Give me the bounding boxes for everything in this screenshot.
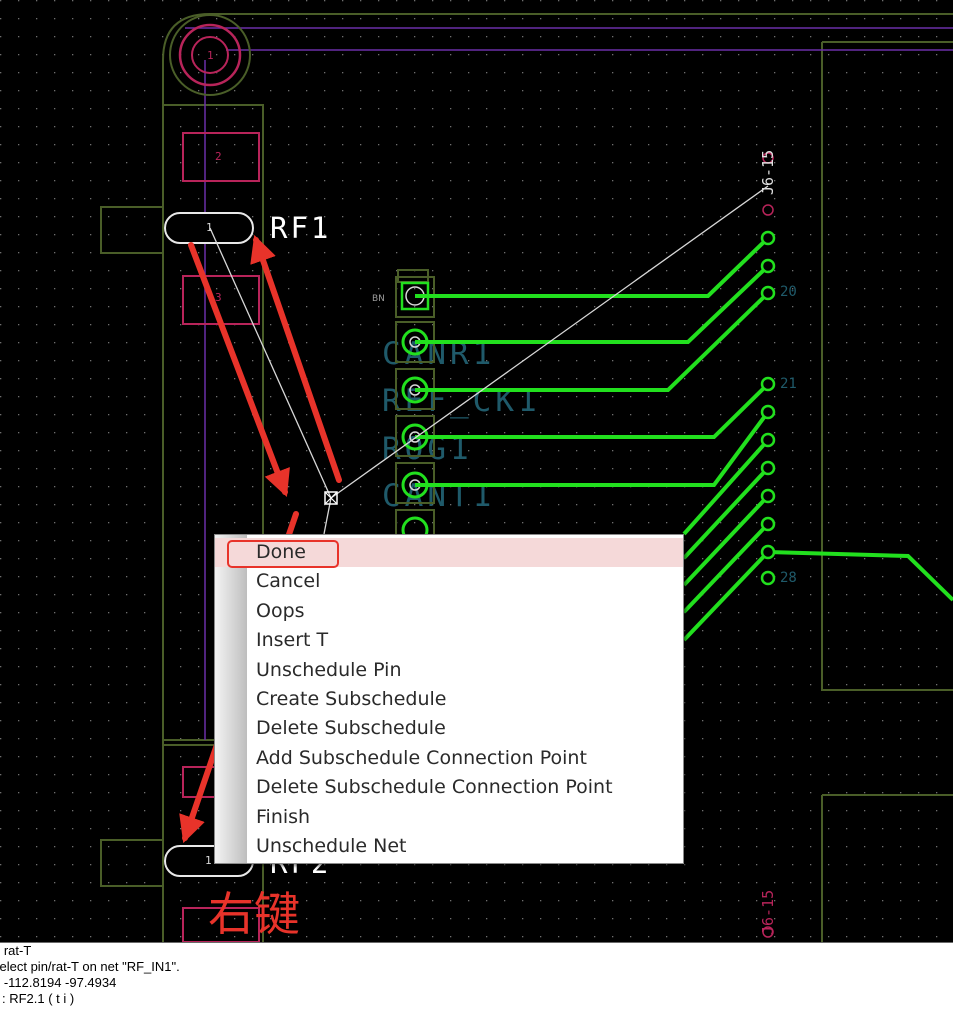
connector-ref-label: J6-15 [759,150,777,195]
pin-number: 1 [205,854,212,867]
console-line: :: -112.8194 -97.4934 [0,975,117,990]
menu-item-finish[interactable]: Finish [215,803,683,832]
menu-items: Done Cancel Oops Insert T Unschedule Pin… [215,538,683,861]
connector-pin-label: 20 [780,284,797,300]
menu-item-add-subschedule-connection-point[interactable]: Add Subschedule Connection Point [215,744,683,773]
pin-number: 1 [207,49,214,62]
console-line: d rat-T [0,943,32,958]
right-click-annotation: 右键 [208,887,300,941]
pin-number: 3 [215,291,222,304]
console-line: select pin/rat-T on net "RF_IN1". [0,959,180,974]
small-label: BN [372,294,385,304]
command-console: d rat-T select pin/rat-T on net "RF_IN1"… [0,942,953,1010]
connector-pin-label: 28 [780,570,797,586]
menu-item-done[interactable]: Done [215,538,683,569]
menu-item-insert-t[interactable]: Insert T [215,626,683,655]
menu-item-cancel[interactable]: Cancel [215,567,683,596]
connector-ref-label: J6-15 [759,890,777,935]
menu-item-delete-subschedule-connection-point[interactable]: Delete Subschedule Connection Point [215,773,683,802]
pin-number: 2 [215,150,222,163]
menu-item-delete-subschedule[interactable]: Delete Subschedule [215,714,683,743]
menu-item-unschedule-net[interactable]: Unschedule Net [215,832,683,861]
context-menu: Done Cancel Oops Insert T Unschedule Pin… [214,534,684,864]
console-line: l' : RF2.1 ( t i ) [0,991,75,1006]
menu-item-unschedule-pin[interactable]: Unschedule Pin [215,656,683,685]
connector-pin-label: 21 [780,376,797,392]
rf1-ref-label: RF1 [270,211,331,245]
menu-item-create-subschedule[interactable]: Create Subschedule [215,685,683,714]
menu-item-oops[interactable]: Oops [215,597,683,626]
pcb-canvas[interactable]: 1 2 1 3 1 RF1 RF2 CANR1 REF_CK1 ROG1 CAN… [0,0,953,942]
